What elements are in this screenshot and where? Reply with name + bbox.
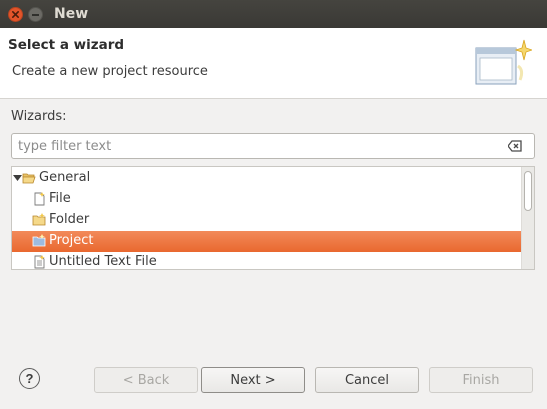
- page-description: Create a new project resource: [12, 64, 208, 79]
- tree-item-general[interactable]: General: [12, 168, 522, 189]
- close-icon: [11, 10, 20, 19]
- clear-filter-icon[interactable]: [508, 140, 522, 152]
- tree-item-untitled-text-file[interactable]: Untitled Text File: [12, 252, 522, 269]
- help-button[interactable]: ?: [19, 368, 40, 389]
- next-button[interactable]: Next >: [201, 367, 305, 393]
- tree-item-label: Untitled Text File: [49, 254, 157, 269]
- wizards-label: Wizards:: [11, 109, 67, 124]
- scrollbar-thumb[interactable]: [524, 171, 532, 211]
- tree-item-folder[interactable]: Folder: [12, 210, 522, 231]
- close-window-button[interactable]: [8, 7, 23, 22]
- finish-button[interactable]: Finish: [429, 367, 533, 393]
- wizard-header: Select a wizard Create a new project res…: [0, 28, 547, 99]
- minimize-icon: [32, 13, 39, 16]
- filter-field: [11, 133, 535, 159]
- project-icon: [32, 234, 46, 247]
- back-button[interactable]: < Back: [94, 367, 198, 393]
- filter-input[interactable]: [18, 136, 498, 156]
- tree-item-file[interactable]: File: [12, 189, 522, 210]
- title-bar: New: [0, 0, 547, 28]
- file-icon: [34, 192, 45, 206]
- page-title: Select a wizard: [8, 37, 125, 53]
- tree-item-label: File: [49, 191, 71, 206]
- folder-open-icon: [22, 173, 36, 184]
- tree-item-project[interactable]: Project: [12, 231, 522, 252]
- cancel-button[interactable]: Cancel: [315, 367, 419, 393]
- expand-arrow-icon[interactable]: [13, 175, 22, 182]
- tree-item-label: Folder: [49, 212, 90, 227]
- tree-item-label: Project: [49, 233, 94, 248]
- text-file-icon: [34, 255, 45, 269]
- wizard-tree: General File Folder Project Untitled Tex…: [11, 166, 535, 270]
- folder-icon: [32, 213, 46, 226]
- window-title: New: [54, 6, 89, 22]
- new-wizard-banner-icon: [475, 39, 532, 85]
- tree-scrollbar[interactable]: [521, 167, 534, 269]
- minimize-window-button[interactable]: [28, 7, 43, 22]
- new-wizard-dialog: New Select a wizard Create a new project…: [0, 0, 547, 409]
- tree-item-label: General: [39, 170, 91, 185]
